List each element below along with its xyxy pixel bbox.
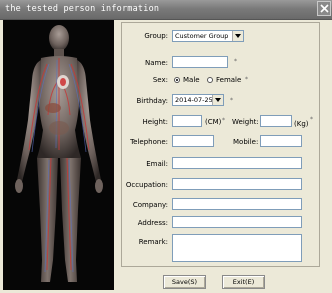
person-form: Group: Customer Group Name: * Sex: Male …	[121, 22, 320, 267]
telephone-input[interactable]	[172, 135, 214, 147]
birthday-value: 2014-07-25	[175, 96, 213, 104]
name-label: Name:	[144, 59, 168, 67]
weight-input[interactable]	[260, 115, 292, 127]
sex-female-radio[interactable]	[207, 77, 213, 83]
group-value: Customer Group	[175, 32, 229, 40]
telephone-label: Telephone:	[130, 138, 168, 146]
address-input[interactable]	[172, 216, 302, 228]
title-bar: the tested person information	[0, 0, 332, 20]
weight-required-mark: *	[310, 116, 313, 123]
group-label: Group:	[144, 32, 168, 40]
name-input[interactable]	[172, 56, 228, 68]
email-label: Email:	[146, 160, 168, 168]
sex-required-mark: *	[245, 76, 248, 83]
occupation-input[interactable]	[172, 178, 302, 190]
sex-female-label: Female	[216, 76, 242, 84]
mobile-label: Mobile:	[233, 138, 259, 146]
exit-button[interactable]: Exit(E)	[222, 275, 265, 289]
birthday-picker[interactable]: 2014-07-25	[172, 94, 224, 106]
sex-male-label: Male	[183, 76, 200, 84]
weight-unit: (Kg)	[294, 120, 309, 128]
chevron-down-icon	[235, 34, 241, 38]
name-required-mark: *	[234, 58, 237, 65]
company-input[interactable]	[172, 198, 302, 210]
save-button[interactable]: Save(S)	[163, 275, 206, 289]
height-input[interactable]	[172, 115, 202, 127]
company-label: Company:	[132, 201, 168, 209]
window-title: the tested person information	[5, 4, 160, 14]
chevron-down-icon	[215, 98, 221, 102]
group-select[interactable]: Customer Group	[172, 30, 244, 42]
birthday-required-mark: *	[230, 97, 233, 104]
occupation-label: Occupation:	[125, 181, 168, 189]
remark-textarea[interactable]	[172, 234, 302, 262]
sex-label: Sex:	[152, 76, 168, 84]
close-icon	[320, 4, 329, 13]
close-button[interactable]	[317, 1, 331, 16]
group-dropdown-button[interactable]	[232, 31, 243, 41]
sex-male-radio[interactable]	[174, 77, 180, 83]
mobile-input[interactable]	[260, 135, 302, 147]
human-anatomy-figure	[15, 25, 103, 282]
height-unit: (CM)	[205, 118, 222, 126]
height-label: Height:	[142, 118, 169, 126]
remark-label: Remark:	[138, 238, 168, 246]
anatomy-illustration	[3, 20, 114, 290]
height-required-mark: *	[222, 117, 225, 124]
birthday-dropdown-button[interactable]	[212, 95, 223, 105]
address-label: Address:	[137, 219, 168, 227]
birthday-label: Birthday:	[136, 97, 168, 105]
email-input[interactable]	[172, 157, 302, 169]
weight-label: Weight:	[232, 118, 259, 126]
